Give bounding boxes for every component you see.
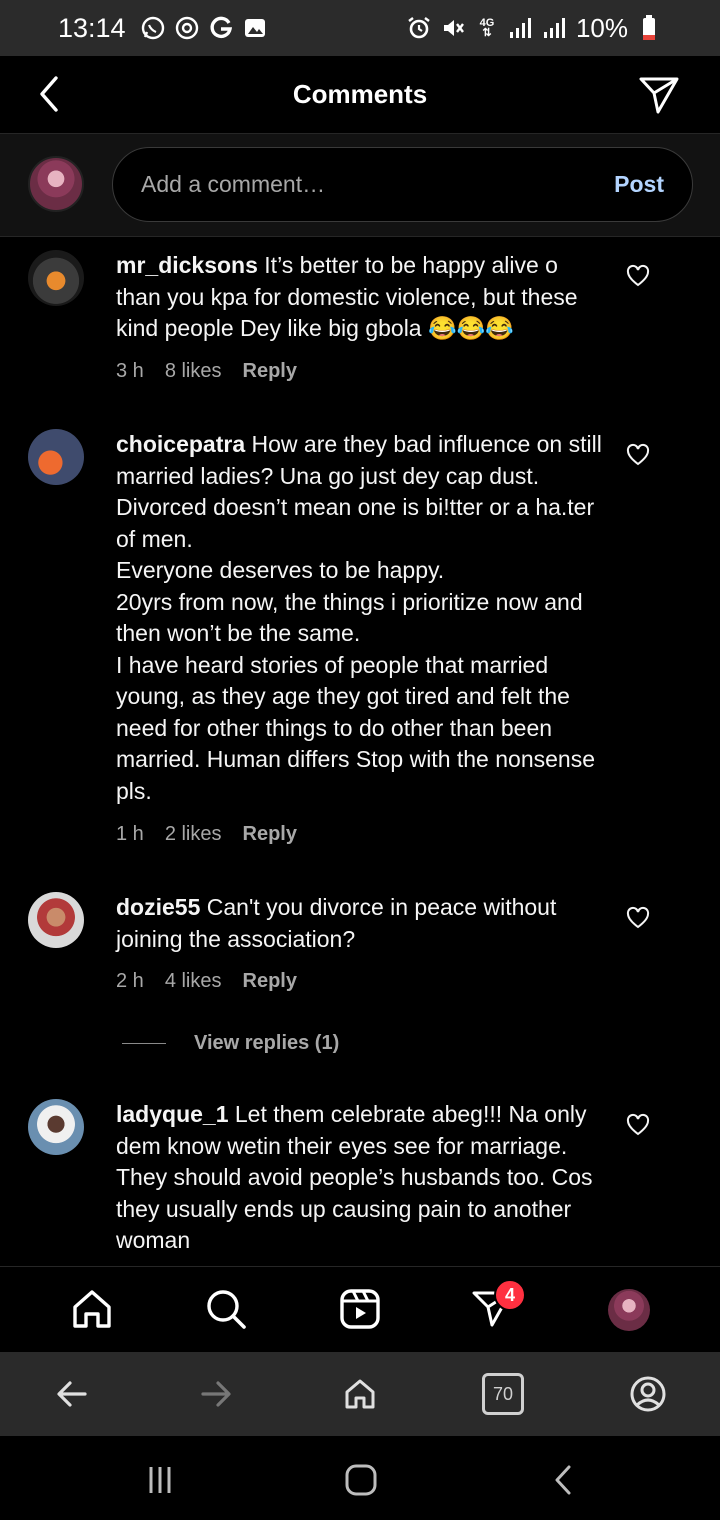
gallery-icon bbox=[242, 15, 268, 41]
view-replies-label: View replies (1) bbox=[194, 1032, 340, 1054]
comment-body: dozie55 Can't you divorce in peace witho… bbox=[116, 892, 606, 955]
mute-icon bbox=[440, 15, 466, 41]
comment-username[interactable]: ladyque_1 bbox=[116, 1101, 229, 1127]
home-icon[interactable] bbox=[68, 1285, 116, 1333]
comment-body: choicepatra How are they bad influence o… bbox=[116, 429, 606, 807]
comment-likes[interactable]: 2 likes bbox=[165, 823, 222, 846]
recent-apps-icon[interactable] bbox=[138, 1458, 182, 1502]
share-icon[interactable] bbox=[638, 74, 680, 116]
comment-username[interactable]: choicepatra bbox=[116, 431, 245, 457]
clock: 13:14 bbox=[58, 12, 126, 43]
comment-meta: 3 h 8 likes Reply bbox=[116, 360, 297, 383]
commenter-avatar[interactable] bbox=[28, 429, 84, 485]
notification-badge: 4 bbox=[494, 1279, 526, 1311]
commenter-avatar[interactable] bbox=[28, 1099, 84, 1155]
comment-text: How are they bad influence on still marr… bbox=[116, 431, 602, 804]
browser-home-icon[interactable] bbox=[338, 1372, 382, 1416]
browser-toolbar: 70 bbox=[0, 1352, 720, 1436]
commenter-avatar[interactable] bbox=[28, 250, 84, 306]
system-back-icon[interactable] bbox=[542, 1458, 586, 1502]
reels-icon[interactable] bbox=[336, 1285, 384, 1333]
browser-back-icon[interactable] bbox=[50, 1372, 94, 1416]
comment-username[interactable]: dozie55 bbox=[116, 894, 200, 920]
heart-icon[interactable] bbox=[626, 443, 650, 467]
commenter-avatar[interactable] bbox=[28, 892, 84, 948]
reply-button[interactable]: Reply bbox=[243, 970, 297, 993]
home-button-icon[interactable] bbox=[339, 1458, 383, 1502]
comment-body: mr_dicksons It’s better to be happy aliv… bbox=[116, 250, 606, 345]
comment-placeholder: Add a comment… bbox=[141, 171, 326, 197]
post-button[interactable]: Post bbox=[614, 171, 664, 198]
comment-time: 1 h bbox=[116, 823, 144, 845]
comment-time: 2 h bbox=[116, 970, 144, 992]
heart-icon[interactable] bbox=[626, 264, 650, 288]
comment-input[interactable]: Add a comment… Post bbox=[112, 147, 693, 222]
whatsapp-icon bbox=[140, 15, 166, 41]
account-icon[interactable] bbox=[626, 1372, 670, 1416]
signal-icon bbox=[508, 15, 534, 41]
heart-icon[interactable] bbox=[626, 1113, 650, 1137]
view-replies-button[interactable]: View replies (1) bbox=[122, 1032, 339, 1055]
my-avatar bbox=[28, 156, 84, 212]
comments-header: Comments bbox=[0, 56, 720, 134]
reply-button[interactable]: Reply bbox=[243, 360, 297, 383]
comment-meta: 1 h 2 likes Reply bbox=[116, 823, 297, 846]
comment-likes[interactable]: 8 likes bbox=[165, 360, 222, 383]
reply-button[interactable]: Reply bbox=[243, 823, 297, 846]
status-bar: 13:14 4G ⇅ 10% bbox=[0, 0, 720, 56]
browser-forward-icon[interactable] bbox=[194, 1372, 238, 1416]
comment-composer: Add a comment… Post bbox=[0, 134, 720, 237]
signal-icon-2 bbox=[542, 15, 568, 41]
google-icon bbox=[208, 15, 234, 41]
profile-avatar[interactable] bbox=[608, 1289, 650, 1331]
bottom-nav: 4 bbox=[0, 1266, 720, 1352]
comment-meta: 2 h 4 likes Reply bbox=[116, 970, 297, 993]
battery-percent: 10% bbox=[575, 12, 628, 43]
network-type-icon: 4G ⇅ bbox=[479, 17, 495, 39]
divider bbox=[122, 1043, 166, 1044]
comment-likes[interactable]: 4 likes bbox=[165, 970, 222, 993]
comments-list: mr_dicksons It’s better to be happy aliv… bbox=[0, 238, 720, 1266]
comment-username[interactable]: mr_dicksons bbox=[116, 252, 258, 278]
back-icon[interactable] bbox=[30, 74, 70, 114]
battery-icon bbox=[636, 15, 662, 41]
threads-icon bbox=[174, 15, 200, 41]
tabs-button[interactable]: 70 bbox=[482, 1373, 524, 1415]
heart-icon[interactable] bbox=[626, 906, 650, 930]
comment-body: ladyque_1 Let them celebrate abeg!!! Na … bbox=[116, 1099, 606, 1257]
alarm-icon bbox=[406, 15, 432, 41]
system-nav bbox=[0, 1436, 720, 1520]
comment-time: 3 h bbox=[116, 360, 144, 382]
search-icon[interactable] bbox=[202, 1285, 250, 1333]
page-title: Comments bbox=[292, 79, 428, 109]
